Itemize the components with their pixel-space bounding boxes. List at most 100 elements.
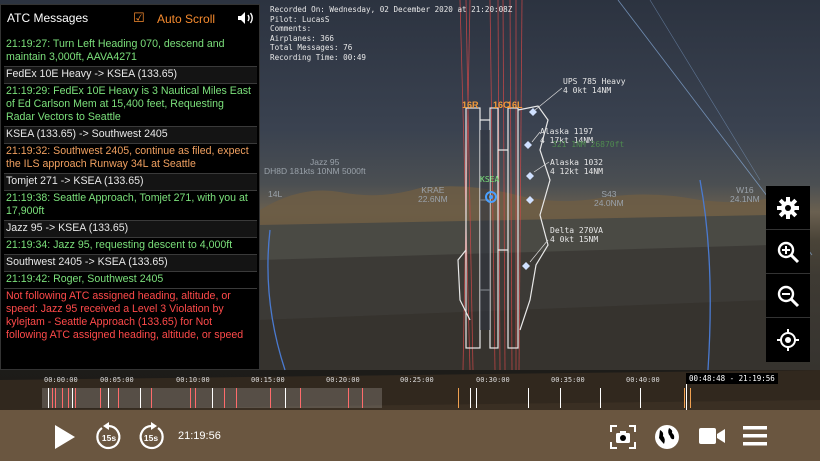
timeline-event-marker[interactable] — [151, 388, 152, 408]
aircraft-detail: 4 12kt 14NM — [550, 167, 603, 176]
timeline-event-marker[interactable] — [300, 388, 301, 408]
total-messages: Total Messages: 76 — [270, 43, 353, 53]
timeline-event-marker[interactable] — [190, 388, 191, 408]
timeline-event-marker[interactable] — [55, 388, 56, 408]
runway-label-16r: 16R — [462, 100, 479, 110]
timeline-tick-label: 00:25:00 — [400, 376, 434, 384]
waypoint-14l: 14L — [268, 189, 283, 199]
recorded-on: Recorded On: Wednesday, 02 December 2020… — [270, 5, 513, 14]
timeline-event-marker[interactable] — [68, 388, 69, 408]
zoom-out-icon — [777, 285, 800, 307]
timeline-event-marker[interactable] — [362, 388, 363, 408]
timeline-event-marker[interactable] — [270, 388, 271, 408]
airport-label: KSEA — [480, 175, 500, 184]
recording-time: Recording Time: 00:49 — [270, 52, 367, 62]
map-controls — [766, 186, 810, 362]
current-time: 21:19:56 — [178, 430, 221, 442]
timeline-event-marker[interactable] — [108, 388, 109, 408]
play-icon[interactable] — [50, 423, 78, 451]
atc-title: ATC Messages — [7, 11, 89, 25]
timeline-event-marker[interactable] — [62, 388, 63, 408]
atc-message: 21:19:29: FedEx 10E Heavy is 3 Nautical … — [4, 84, 257, 127]
aircraft-overlap-label: 321 1NM 26870ft — [552, 140, 625, 149]
timeline-event-marker[interactable] — [118, 388, 119, 408]
camera-icon[interactable] — [698, 425, 726, 447]
aircraft-label-ups785[interactable]: UPS 785 Heavy 4 0kt 14NM — [563, 77, 626, 95]
forward-15-icon[interactable]: 15s — [136, 422, 166, 452]
timeline-event-marker[interactable] — [224, 388, 225, 408]
zoom-in-icon — [777, 241, 800, 263]
timeline-event-marker[interactable] — [75, 388, 76, 408]
atc-message: 21:19:42: Roger, Southwest 2405 — [4, 272, 257, 289]
timeline-event-marker[interactable] — [140, 388, 141, 408]
auto-scroll-label[interactable]: Auto Scroll — [157, 12, 215, 26]
timeline-tick-label: 00:35:00 — [551, 376, 585, 384]
rewind-15-icon[interactable]: 15s — [94, 422, 124, 452]
waypoint-krae: KRAE 22.6NM — [418, 185, 448, 204]
timeline-event-marker[interactable] — [285, 388, 286, 408]
atc-route-header: Jazz 95 -> KSEA (133.65) — [4, 221, 257, 238]
timeline-event-marker[interactable] — [528, 388, 529, 408]
atc-route-header: Tomjet 271 -> KSEA (133.65) — [4, 174, 257, 191]
zoom-in-button[interactable] — [766, 230, 810, 274]
timeline-event-marker[interactable] — [48, 388, 49, 408]
timeline-event-marker[interactable] — [212, 388, 213, 408]
zoom-out-button[interactable] — [766, 274, 810, 318]
aircraft-label-alaska1032[interactable]: Alaska 1032 4 12kt 14NM — [550, 158, 603, 176]
aircraft-label-jazz95[interactable]: Jazz 95 DH8D 181kts 10NM 5000ft — [264, 158, 366, 176]
callsign: UPS 785 Heavy — [563, 77, 626, 86]
locate-button[interactable] — [766, 318, 810, 362]
timeline-tick-label: 00:15:00 — [251, 376, 285, 384]
atc-header: ATC Messages ☑ Auto Scroll — [1, 5, 259, 31]
atc-message-list[interactable]: 21:19:27: Turn Left Heading 070, descend… — [4, 37, 257, 344]
timeline-event-marker[interactable] — [348, 388, 349, 408]
timeline-event-marker[interactable] — [195, 388, 196, 408]
recording-info: Recorded On: Wednesday, 02 December 2020… — [270, 5, 512, 63]
airplanes-count: Airplanes: 366 — [270, 33, 335, 43]
waypoint-s43: S43 24.0NM — [594, 189, 624, 208]
aircraft-label-delta270[interactable]: Delta 270VA 4 0kt 15NM — [550, 226, 603, 244]
atc-message: 21:19:32: Southwest 2405, continue as fi… — [4, 144, 257, 174]
timeline-event-marker[interactable] — [458, 388, 459, 408]
pilot: Pilot: LucasS — [270, 14, 330, 24]
callsign: Alaska 1032 — [550, 158, 603, 167]
timeline-tick-label: 00:00:00 — [44, 376, 78, 384]
callsign: Delta 270VA — [550, 226, 603, 235]
skip-back-label: 15s — [102, 433, 116, 443]
atc-route-header: FedEx 10E Heavy -> KSEA (133.65) — [4, 67, 257, 84]
aircraft-detail: 4 0kt 14NM — [563, 86, 612, 95]
atc-message: 21:19:27: Turn Left Heading 070, descend… — [4, 37, 257, 67]
timeline-tick-label: 00:05:00 — [100, 376, 134, 384]
timeline-event-marker[interactable] — [684, 388, 685, 408]
timeline-event-marker[interactable] — [560, 388, 561, 408]
auto-scroll-checkbox[interactable]: ☑ — [133, 11, 145, 26]
timeline-event-marker[interactable] — [52, 388, 53, 408]
callsign: Alaska 1197 — [540, 127, 593, 136]
menu-icon[interactable] — [742, 425, 768, 447]
atc-message: 21:19:38: Seattle Approach, Tomjet 271, … — [4, 191, 257, 221]
timeline-event-marker[interactable] — [476, 388, 477, 408]
runway-label-16l: 16L — [507, 100, 523, 110]
atc-route-header: Southwest 2405 -> KSEA (133.65) — [4, 255, 257, 272]
atc-violation-message: Not following ATC assigned heading, alti… — [6, 290, 244, 341]
timeline-tick-label: 00:40:00 — [626, 376, 660, 384]
screenshot-icon[interactable] — [610, 425, 636, 449]
timeline-end-marker — [686, 384, 687, 410]
timeline-event-marker[interactable] — [640, 388, 641, 408]
timeline-event-marker[interactable] — [690, 388, 691, 408]
timeline-event-marker[interactable] — [236, 388, 237, 408]
timeline-event-marker[interactable] — [600, 388, 601, 408]
settings-button[interactable] — [766, 186, 810, 230]
timeline-event-marker[interactable] — [100, 388, 101, 408]
atc-message: 21:19:34: Jazz 95, requesting descent to… — [4, 238, 257, 255]
globe-icon[interactable] — [654, 424, 680, 450]
timeline[interactable]: 00:00:00 00:05:00 00:10:00 00:15:00 00:20:00… — [0, 370, 820, 410]
locate-icon — [777, 329, 799, 351]
comments: Comments: — [270, 24, 312, 34]
timeline-event-marker[interactable] — [72, 388, 73, 408]
timeline-tick-label: 00:30:00 — [476, 376, 510, 384]
speaker-icon[interactable] — [237, 11, 255, 25]
timeline-event-marker[interactable] — [470, 388, 471, 408]
aircraft-detail: DH8D 181kts 10NM 5000ft — [264, 166, 366, 176]
waypoint-w16: W16 24.1NM — [730, 185, 760, 204]
